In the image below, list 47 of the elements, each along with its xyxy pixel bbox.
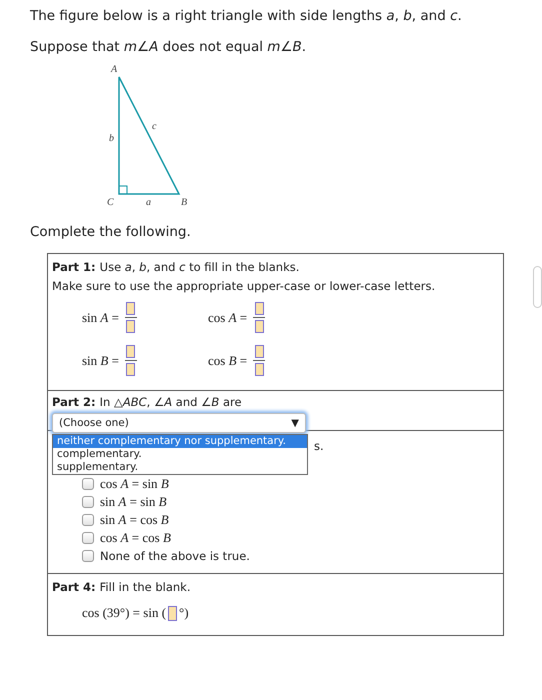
dropdown-option[interactable]: supplementary. (53, 461, 307, 474)
equation-label: sin A = (82, 310, 119, 326)
dropdown-option[interactable]: neither complementary nor supplementary. (53, 435, 307, 448)
equation-label: cos A = (208, 310, 248, 326)
option-label: sin A = cos B (100, 512, 169, 528)
checkbox[interactable] (82, 532, 94, 544)
numerator-field[interactable] (126, 345, 136, 358)
instruction-text: Complete the following. (30, 223, 191, 242)
option-label: cos A = sin B (100, 476, 169, 492)
numerator-field[interactable] (126, 302, 136, 315)
option-label: sin A = sin B (100, 494, 167, 510)
part-heading: Part 1: (52, 259, 96, 276)
checkbox[interactable] (82, 496, 94, 508)
part-instruction: Fill in the blank. (100, 579, 190, 596)
denominator-field[interactable] (254, 363, 264, 376)
answer-field[interactable] (168, 606, 178, 620)
part-heading: Part 2: (52, 394, 96, 411)
equation-label: sin B = (82, 352, 119, 368)
option-label: None of the above is true. (100, 549, 250, 563)
caret-icon: ▼ (291, 418, 299, 428)
part-text: s. (314, 439, 324, 453)
denominator-field[interactable] (126, 363, 136, 376)
dropdown-option[interactable]: complementary. (53, 448, 307, 461)
numerator-field[interactable] (254, 345, 264, 358)
checkbox[interactable] (82, 550, 94, 562)
part-heading: Part 4: (52, 579, 96, 596)
part-question: In △ABC, ∠A and ∠B are (100, 394, 242, 411)
checkbox[interactable] (82, 514, 94, 526)
part-note: Make sure to use the appropriate upper-case or lower-case letters. (52, 278, 436, 295)
side-label: c (152, 121, 156, 132)
checkbox[interactable] (82, 478, 94, 490)
equation-label: cos B = (208, 352, 248, 368)
vertex-label: A (111, 64, 118, 75)
denominator-field[interactable] (126, 320, 136, 333)
equation-label: cos (39°) = sin ( (82, 605, 166, 621)
vertex-label: C (107, 197, 114, 208)
choose-dropdown[interactable]: (Choose one) ▼ (52, 413, 306, 433)
vertex-label: B (181, 197, 188, 208)
intro-sentence: Suppose that m∠A does not equal m∠B. (30, 38, 306, 57)
intro-sentence: The figure below is a right triangle with side lengths a, b, and c. (30, 7, 462, 26)
side-label: b (109, 133, 114, 144)
option-label: cos A = cos B (100, 530, 171, 546)
part-instruction: Use a, b, and c to fill in the blanks. (100, 259, 300, 276)
numerator-field[interactable] (254, 302, 264, 315)
equation-label: °) (179, 605, 189, 621)
denominator-field[interactable] (254, 320, 264, 333)
side-label: a (146, 197, 151, 208)
